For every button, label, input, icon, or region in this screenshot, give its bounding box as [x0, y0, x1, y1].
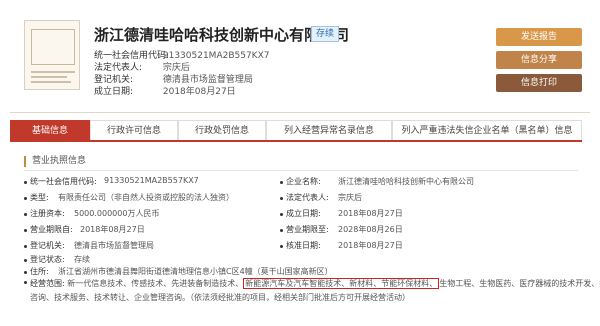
field-value: 浙江省湖州市德清县舞阳街道德清地理信息小镇C区4幢（莫干山国家高新区） [58, 267, 333, 276]
info-established-date: 成立日期: 2018年08月27日 [94, 84, 236, 97]
field-label: 住所: [30, 267, 49, 276]
field-label: 类型: [30, 193, 49, 202]
info-label: 成立日期: [94, 87, 134, 97]
tab-abnormal-operation[interactable]: 列入经营异常名录信息 [266, 120, 392, 140]
field-label: 注册资本: [30, 209, 65, 218]
bullet-icon [280, 197, 283, 200]
field-label: 成立日期: [286, 209, 321, 218]
print-info-button[interactable]: 信息打印 [496, 74, 582, 92]
bullet-icon [24, 213, 27, 216]
field-value: 2018年08月27日 [80, 225, 145, 234]
send-report-button[interactable]: 发送报告 [496, 28, 582, 46]
field-label: 核准日期: [286, 241, 321, 250]
share-info-button[interactable]: 信息分享 [496, 51, 582, 69]
company-header: 浙江德清哇哈哈科技创新中心有限公司 存续 统一社会信用代码: 91330521M… [0, 0, 600, 108]
bullet-icon [24, 245, 27, 248]
bullet-icon [280, 213, 283, 216]
bullet-icon [24, 197, 27, 200]
tab-admin-penalty[interactable]: 行政处罚信息 [178, 120, 266, 140]
field-value: 德清县市场监督管理局 [74, 241, 154, 250]
field-row: 营业期限自: 2018年08月27日 营业期限至: 2028年08月26日 [0, 224, 600, 238]
header-divider [10, 112, 590, 113]
status-badge: 存续 [311, 26, 340, 42]
bullet-icon [24, 281, 27, 284]
tab-admin-license[interactable]: 行政许可信息 [90, 120, 178, 140]
field-label: 经营范围: [30, 279, 65, 288]
tab-bar: 基础信息 行政许可信息 行政处罚信息 列入经营异常名录信息 列入严重违法失信企业… [10, 120, 582, 142]
field-value: 2028年08月26日 [338, 225, 403, 234]
bullet-icon [24, 271, 27, 274]
field-row: 注册资本: 5000.000000万人民币 成立日期: 2018年08月27日 [0, 208, 600, 222]
scope-text: 新一代信息技术、传感技术、先进装备制造技术、 [67, 279, 244, 288]
field-value: 浙江德清哇哈哈科技创新中心有限公司 [338, 177, 474, 186]
business-license-image [24, 20, 80, 90]
field-value: 2018年08月27日 [338, 241, 403, 250]
field-value: 2018年08月27日 [338, 209, 403, 218]
bullet-icon [280, 245, 283, 248]
info-value: 2018年08月27日 [162, 87, 236, 97]
license-emblem [31, 29, 75, 65]
section-title: 营业执照信息 [24, 156, 86, 167]
bullet-icon [280, 181, 283, 184]
field-row: 类型: 有限责任公司（非自然人投资或控股的法人独资） 法定代表人: 宗庆后 [0, 192, 600, 206]
section-divider [24, 170, 578, 171]
bullet-icon [280, 229, 283, 232]
field-value: 宗庆后 [338, 193, 362, 202]
bullet-icon [24, 229, 27, 232]
field-label: 企业名称: [286, 177, 321, 186]
tab-basic-info[interactable]: 基础信息 [10, 120, 90, 140]
field-value: 5000.000000万人民币 [74, 209, 160, 218]
scope-text: 生物工程、生物医药、医疗器械的技术开发、技术 [439, 279, 600, 288]
field-label: 营业期限至: [286, 225, 329, 234]
bullet-icon [24, 259, 27, 262]
field-row: 统一社会信用代码: 91330521MA2B557KX7 企业名称: 浙江德清哇… [0, 176, 600, 190]
tab-blacklist[interactable]: 列入严重违法失信企业名单（黑名单）信息 [392, 120, 582, 140]
field-label: 登记机关: [30, 241, 65, 250]
field-value: 有限责任公司（非自然人投资或控股的法人独资） [58, 193, 234, 202]
field-label: 统一社会信用代码: [30, 177, 97, 186]
field-value: 存续 [74, 255, 90, 264]
scope-line-1: 经营范围: 新一代信息技术、传感技术、先进装备制造技术、 新能源汽车及汽车智能技术… [30, 278, 600, 290]
highlighted-scope: 新能源汽车及汽车智能技术、新材料、节能环保材料、 [243, 278, 440, 289]
field-label: 登记状态: [30, 255, 65, 264]
field-label: 营业期限自: [30, 225, 73, 234]
field-row: 登记机关: 德清县市场监督管理局 核准日期: 2018年08月27日 [0, 240, 600, 254]
scope-line-2: 咨询、技术服务、技术转让、企业管理咨询。（依法须经批准的项目，经相关部门批准后方… [30, 293, 410, 302]
field-label: 法定代表人: [286, 193, 329, 202]
field-value: 91330521MA2B557KX7 [104, 176, 199, 185]
bullet-icon [24, 181, 27, 184]
